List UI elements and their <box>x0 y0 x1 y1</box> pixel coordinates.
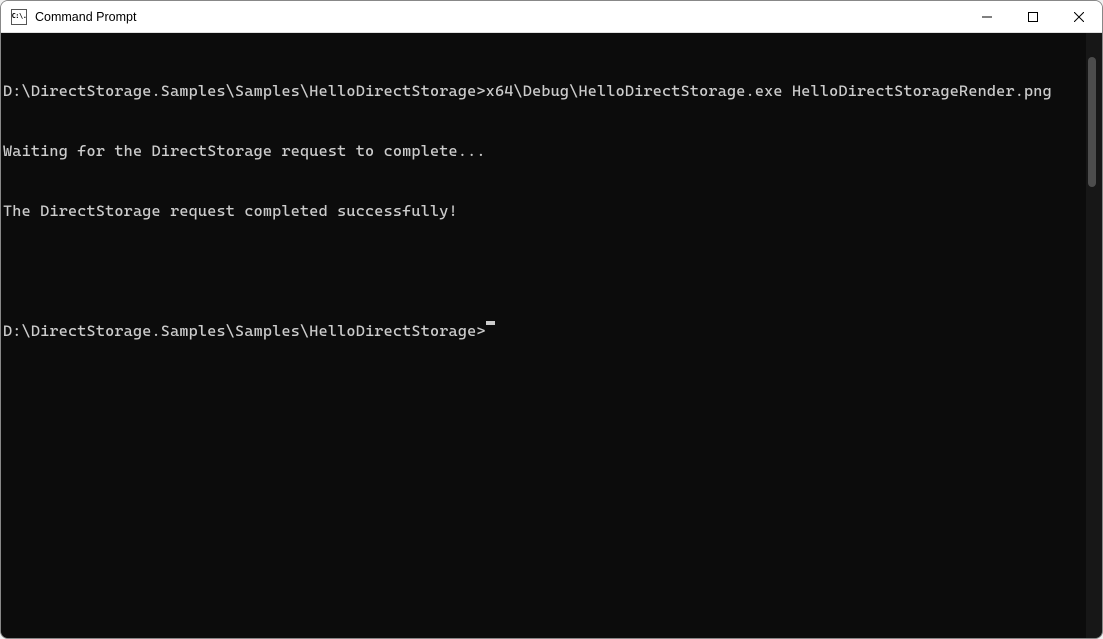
minimize-button[interactable] <box>964 1 1010 32</box>
terminal-container: D:\DirectStorage.Samples\Samples\HelloDi… <box>1 33 1102 638</box>
app-icon: C:\. <box>11 9 27 25</box>
scrollbar-thumb[interactable] <box>1088 57 1096 187</box>
terminal-line: The DirectStorage request completed succ… <box>3 201 1084 221</box>
window-controls <box>964 1 1102 32</box>
scrollbar-track[interactable] <box>1086 33 1102 638</box>
terminal-output[interactable]: D:\DirectStorage.Samples\Samples\HelloDi… <box>1 33 1086 638</box>
terminal-prompt-line: D:\DirectStorage.Samples\Samples\HelloDi… <box>3 321 1084 341</box>
terminal-cursor <box>486 321 495 325</box>
close-button[interactable] <box>1056 1 1102 32</box>
terminal-line <box>3 261 1084 281</box>
app-icon-glyph: C:\. <box>12 13 27 20</box>
titlebar[interactable]: C:\. Command Prompt <box>1 1 1102 33</box>
minimize-icon <box>982 12 992 22</box>
maximize-button[interactable] <box>1010 1 1056 32</box>
window-title: Command Prompt <box>35 10 964 24</box>
terminal-line: Waiting for the DirectStorage request to… <box>3 141 1084 161</box>
maximize-icon <box>1028 12 1038 22</box>
terminal-line: D:\DirectStorage.Samples\Samples\HelloDi… <box>3 81 1084 101</box>
close-icon <box>1074 12 1084 22</box>
terminal-prompt: D:\DirectStorage.Samples\Samples\HelloDi… <box>3 321 486 341</box>
command-prompt-window: C:\. Command Prompt D <box>0 0 1103 639</box>
